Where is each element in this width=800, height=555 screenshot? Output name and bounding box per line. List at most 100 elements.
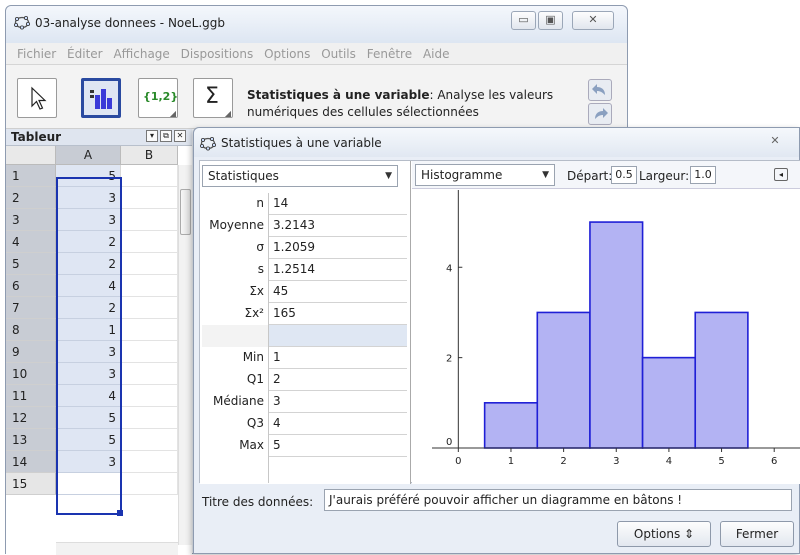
row-header[interactable]: 10 (6, 363, 56, 385)
close-dialog-button[interactable]: Fermer (720, 521, 794, 547)
cell-b6[interactable] (121, 275, 178, 297)
stat-value: 45 (273, 284, 289, 298)
spreadsheet-undock-icon[interactable]: ⧉ (160, 130, 172, 142)
menu-dispositions[interactable]: Dispositions (181, 47, 254, 61)
cell-b4[interactable] (121, 231, 178, 253)
cell-b1[interactable] (121, 165, 178, 187)
chart-options-toggle-icon[interactable]: ◂ (774, 168, 788, 181)
spreadsheet-close-icon[interactable]: ✕ (174, 130, 186, 142)
chevron-down-icon: ▼ (542, 170, 549, 180)
column-header-b[interactable]: B (121, 146, 178, 165)
row-header[interactable]: 14 (6, 451, 56, 473)
stat-value: 3.2143 (273, 218, 315, 232)
row-header[interactable]: 3 (6, 209, 56, 231)
dialog-titlebar: Statistiques à une variable ✕ (194, 128, 799, 157)
cell-selection-frame (56, 177, 122, 515)
row-header[interactable]: 6 (6, 275, 56, 297)
row-header[interactable]: 11 (6, 385, 56, 407)
menu-affichage[interactable]: Affichage (113, 47, 169, 61)
width-input[interactable]: 1.0 (690, 166, 716, 184)
cell-b9[interactable] (121, 341, 178, 363)
row-header[interactable]: 9 (6, 341, 56, 363)
toolbar: {1,2} ◢ Σ ◢ Statistiques à une variable:… (6, 65, 627, 129)
stat-label: Min (202, 347, 269, 369)
stat-value: 5 (273, 438, 281, 452)
statistics-type-value: Statistiques (208, 169, 279, 183)
row-header[interactable]: 7 (6, 297, 56, 319)
row-header[interactable]: 12 (6, 407, 56, 429)
x-tick-label: 3 (613, 456, 619, 467)
maximize-button[interactable]: ▣ (538, 11, 563, 30)
undo-button[interactable] (588, 79, 612, 101)
cell-b10[interactable] (121, 363, 178, 385)
cell-b5[interactable] (121, 253, 178, 275)
stat-label: n (202, 193, 269, 215)
stat-value: 1.2059 (273, 240, 315, 254)
stat-row: Moyenne 3.2143 (202, 215, 407, 237)
sum-tool-button[interactable]: Σ ◢ (193, 78, 233, 118)
row-header[interactable]: 2 (6, 187, 56, 209)
create-list-tool-button[interactable]: {1,2} ◢ (138, 78, 178, 118)
statistics-type-select[interactable]: Statistiques ▼ (202, 165, 398, 187)
chart-type-select[interactable]: Histogramme ▼ (415, 164, 555, 186)
x-tick-label: 5 (718, 456, 724, 467)
dialog-body: Statistiques ▼ n 14 Moyenne 3.2143 σ 1.2… (199, 160, 800, 484)
data-title-input[interactable]: J'aurais préféré pouvoir afficher un dia… (324, 489, 792, 511)
start-input[interactable]: 0.5 (611, 166, 637, 184)
histogram-tool-icon (90, 89, 112, 109)
cell-b8[interactable] (121, 319, 178, 341)
corner-header[interactable] (6, 146, 56, 165)
cell-b2[interactable] (121, 187, 178, 209)
stat-label: Q1 (202, 369, 269, 391)
chevron-down-icon: ▼ (385, 171, 392, 181)
menu-fichier[interactable]: Fichier (17, 47, 56, 61)
row-header[interactable]: 1 (6, 165, 56, 187)
menu-options[interactable]: Options (264, 47, 310, 61)
submenu-arrow-icon: ◢ (224, 109, 231, 118)
chart-type-value: Histogramme (421, 168, 503, 182)
histogram-chart: 0 1 2 3 4 5 6 0 2 4 (432, 190, 800, 467)
selection-drag-handle[interactable] (117, 510, 123, 516)
statistics-panel: Statistiques ▼ n 14 Moyenne 3.2143 σ 1.2… (200, 161, 411, 484)
cell-b12[interactable] (121, 407, 178, 429)
stat-row: Q3 4 (202, 413, 407, 435)
stat-label: Σx (202, 281, 269, 303)
cell-b15[interactable] (121, 473, 178, 495)
row-header[interactable]: 8 (6, 319, 56, 341)
stat-row: s 1.2514 (202, 259, 407, 281)
cell-b11[interactable] (121, 385, 178, 407)
sum-tool-label: Σ (205, 84, 219, 109)
stat-row (202, 325, 407, 347)
column-header-a[interactable]: A (56, 146, 121, 165)
move-tool-button[interactable] (17, 78, 57, 118)
spreadsheet-menu-icon[interactable]: ▾ (146, 130, 158, 142)
row-header[interactable]: 13 (6, 429, 56, 451)
spreadsheet-horizontal-scrollbar[interactable] (56, 542, 178, 555)
stat-row: Q1 2 (202, 369, 407, 391)
cell-b13[interactable] (121, 429, 178, 451)
dialog-title: Statistiques à une variable (221, 136, 382, 150)
submenu-arrow-icon: ◢ (169, 109, 176, 118)
dialog-close-button[interactable]: ✕ (756, 133, 794, 151)
chart-controls: Histogramme ▼ Départ: 0.5 Largeur: 1.0 ◂ (412, 161, 800, 189)
menu-fenetre[interactable]: Fenêtre (367, 47, 412, 61)
menu-editer[interactable]: Éditer (67, 47, 103, 61)
cell-b14[interactable] (121, 451, 178, 473)
menu-aide[interactable]: Aide (423, 47, 450, 61)
close-button[interactable]: ✕ (572, 11, 614, 30)
minimize-button[interactable]: ▭ (511, 11, 536, 30)
cell-b7[interactable] (121, 297, 178, 319)
options-button[interactable]: Options ⇕ (617, 521, 711, 547)
histogram-bar (694, 311, 749, 449)
menu-outils[interactable]: Outils (321, 47, 356, 61)
cell-b3[interactable] (121, 209, 178, 231)
stat-label: Max (202, 435, 269, 457)
row-header[interactable]: 5 (6, 253, 56, 275)
spreadsheet-vertical-scrollbar[interactable] (178, 165, 192, 545)
row-header[interactable]: 15 (6, 473, 56, 495)
histogram-bar (641, 356, 697, 449)
one-variable-stats-tool-button[interactable] (81, 78, 121, 118)
vertical-scroll-thumb[interactable] (180, 189, 191, 235)
redo-button[interactable] (588, 103, 612, 125)
row-header[interactable]: 4 (6, 231, 56, 253)
